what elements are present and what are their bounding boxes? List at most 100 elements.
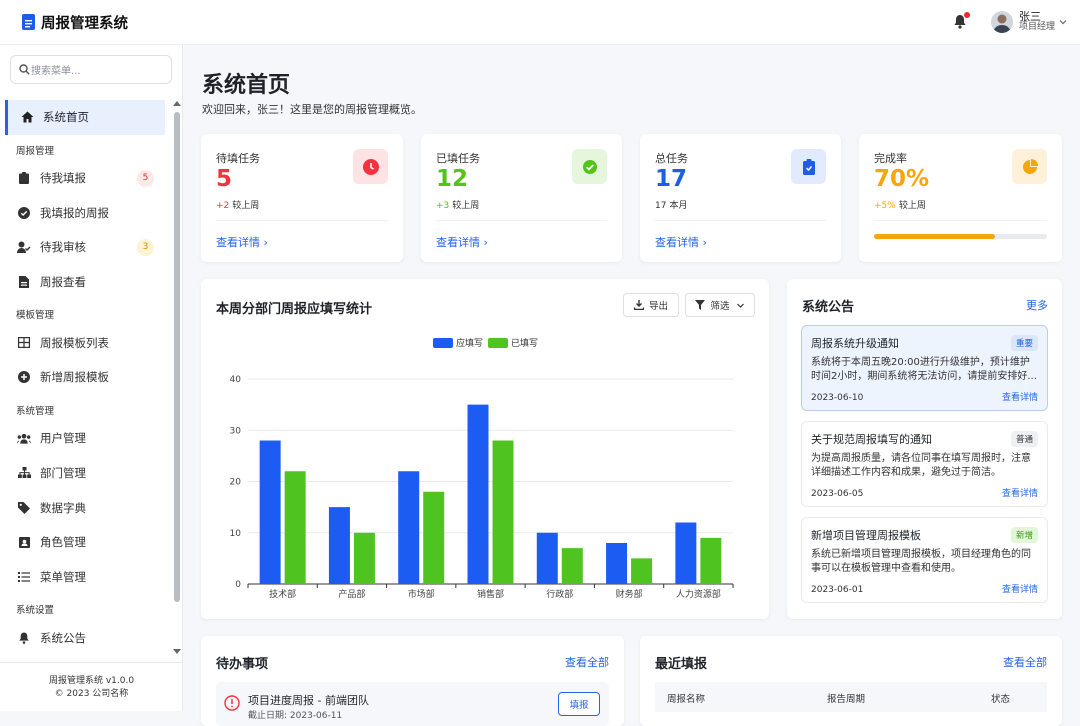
export-button[interactable]: 导出 xyxy=(623,293,679,317)
sidebar-item-my-reports[interactable]: 我填报的周报 xyxy=(0,195,172,230)
todo-item[interactable]: 项目进度周报 - 前端团队 截止日期: 2023-06-11 填报 xyxy=(216,682,609,726)
stat-delta-text: 较上周 xyxy=(232,201,260,211)
pie-chart-icon xyxy=(1012,149,1047,184)
completion-progress-bar xyxy=(874,234,1047,239)
sidebar-menu: 系统首页 周报管理 待我填报 5 我填报的周报 待我审核 3 周报查看 模板管理… xyxy=(0,100,172,655)
view-details-link[interactable]: 查看详情 xyxy=(1002,486,1038,499)
sidebar-item-users[interactable]: 用户管理 xyxy=(0,421,172,456)
sidebar-item-dictionary[interactable]: 数据字典 xyxy=(0,490,172,525)
clipboard-icon xyxy=(17,171,31,185)
sidebar-item-pending-review[interactable]: 待我审核 3 xyxy=(0,230,172,265)
view-details-link[interactable]: 查看详情 xyxy=(1002,582,1038,595)
sidebar-group-label: 系统管理 xyxy=(16,405,55,417)
column-header: 报告周期 xyxy=(827,694,866,705)
stat-label: 待填任务 xyxy=(216,152,260,165)
announcement-item[interactable]: 周报系统升级通知 重要 系统将于本周五晚20:00进行升级维护，预计维护时间2小… xyxy=(801,325,1048,411)
sidebar-scrollbar[interactable] xyxy=(172,100,182,655)
x-tick-label: 销售部 xyxy=(477,588,504,600)
scrollbar-thumb[interactable] xyxy=(174,112,180,602)
filter-button[interactable]: 筛选 xyxy=(685,293,755,317)
sidebar-item-label: 角色管理 xyxy=(40,535,86,550)
user-info[interactable]: 张三 项目经理 xyxy=(1019,11,1055,33)
stat-delta: +5% xyxy=(874,201,896,211)
legend-swatch xyxy=(433,338,453,348)
notification-dot xyxy=(963,12,970,18)
sidebar-item-label: 新增周报模板 xyxy=(40,370,109,385)
recent-title: 最近填报 xyxy=(655,657,708,672)
main-content: 系统首页 欢迎回来，张三！这里是您的周报管理概览。 待填任务 5 +2 较上周 查… xyxy=(184,45,1080,726)
scroll-up-icon[interactable] xyxy=(173,100,181,106)
x-tick-label: 行政部 xyxy=(546,588,573,600)
sidebar-item-announcements[interactable]: 系统公告 xyxy=(0,620,172,655)
sidebar-item-home[interactable]: 系统首页 xyxy=(5,100,165,135)
file-icon xyxy=(17,275,31,289)
sidebar-item-label: 系统公告 xyxy=(40,630,86,645)
bar xyxy=(284,471,306,584)
top-header: 周报管理系统 张三 项目经理 xyxy=(0,0,1080,45)
sidebar-item-menus[interactable]: 菜单管理 xyxy=(0,560,172,595)
view-all-link[interactable]: 查看全部 xyxy=(1003,654,1047,670)
stat-compare: 17 本月 xyxy=(655,198,690,211)
stat-value: 12 xyxy=(436,166,469,192)
bar xyxy=(631,558,653,584)
user-name: 张三 xyxy=(1018,10,1041,23)
fill-report-button[interactable]: 填报 xyxy=(558,692,600,716)
bar xyxy=(561,548,583,584)
download-icon xyxy=(633,300,644,310)
search-input[interactable]: 搜索菜单... xyxy=(10,55,172,84)
scroll-down-icon[interactable] xyxy=(173,649,181,655)
announcement-item[interactable]: 新增项目管理周报模板 新增 系统已新增项目管理周报模板，项目经理角色的同事可以在… xyxy=(801,517,1048,603)
announcement-title: 关于规范周报填写的通知 xyxy=(811,433,932,446)
sidebar-item-roles[interactable]: 角色管理 xyxy=(0,525,172,560)
y-tick-label: 10 xyxy=(230,529,242,539)
announcement-desc: 系统已新增项目管理周报模板，项目经理角色的同事可以在模板管理中查看和使用。 xyxy=(811,549,1031,574)
view-details-link[interactable]: 查看详情 › xyxy=(436,234,488,250)
bell-icon xyxy=(17,631,31,645)
sidebar-item-new-template[interactable]: 新增周报模板 xyxy=(0,360,172,395)
sidebar-group-label: 周报管理 xyxy=(16,145,55,157)
chevron-down-icon[interactable] xyxy=(1058,17,1068,27)
stat-delta: +2 xyxy=(216,201,230,211)
sidebar-item-label: 系统首页 xyxy=(43,110,89,125)
bar xyxy=(398,471,420,584)
y-tick-label: 40 xyxy=(230,375,242,385)
bar xyxy=(675,522,697,584)
tags-icon xyxy=(17,501,31,515)
stat-value: 70% xyxy=(874,166,930,192)
view-details-link[interactable]: 查看详情 xyxy=(1002,390,1038,403)
bar xyxy=(328,507,350,584)
view-details-link[interactable]: 查看详情 › xyxy=(655,234,707,250)
avatar[interactable] xyxy=(990,11,1013,33)
app-title: 周报管理系统 xyxy=(41,15,128,32)
stat-compare: +3 较上周 xyxy=(436,198,482,211)
bar xyxy=(700,537,722,584)
sidebar-item-template-list[interactable]: 周报模板列表 xyxy=(0,325,172,360)
todo-item-title: 项目进度周报 - 前端团队 xyxy=(248,694,369,707)
count-badge: 5 xyxy=(137,169,154,187)
view-details-link[interactable]: 查看详情 › xyxy=(216,234,268,250)
column-header: 状态 xyxy=(991,694,1011,705)
stat-compare: +5% 较上周 xyxy=(874,198,929,211)
announcement-item[interactable]: 关于规范周报填写的通知 普通 为提高周报质量，请各位同事在填写周报时，注意详细描… xyxy=(801,421,1048,507)
stat-delta-text: 较上周 xyxy=(452,201,480,211)
x-tick-label: 技术部 xyxy=(269,588,296,600)
sidebar-item-label: 周报查看 xyxy=(40,275,86,290)
legend-label: 已填写 xyxy=(511,337,538,349)
sidebar-item-pending-fill[interactable]: 待我填报 5 xyxy=(0,161,172,196)
sidebar-item-departments[interactable]: 部门管理 xyxy=(0,456,172,491)
sidebar-item-label: 数据字典 xyxy=(40,500,86,515)
bar-chart: 应填写 已填写 0 10 20 30 40 技术部 产品部 市场部 销售部 行政部 财务部 人力资源部 xyxy=(230,337,734,600)
filter-icon xyxy=(695,300,706,310)
todo-title: 待办事项 xyxy=(216,657,269,672)
announcement-title: 周报系统升级通知 xyxy=(811,337,899,350)
sidebar-item-report-view[interactable]: 周报查看 xyxy=(0,265,172,300)
notification-bell-icon[interactable] xyxy=(953,12,970,30)
alert-circle-icon xyxy=(224,695,240,711)
id-badge-icon xyxy=(17,535,31,549)
announcements-title: 系统公告 xyxy=(802,300,855,315)
stat-compare: +2 较上周 xyxy=(216,198,262,211)
more-link[interactable]: 更多 xyxy=(1026,297,1048,313)
announcement-date: 2023-06-05 xyxy=(811,489,864,499)
view-all-link[interactable]: 查看全部 xyxy=(565,654,609,670)
app-logo[interactable]: 周报管理系统 xyxy=(22,12,128,33)
